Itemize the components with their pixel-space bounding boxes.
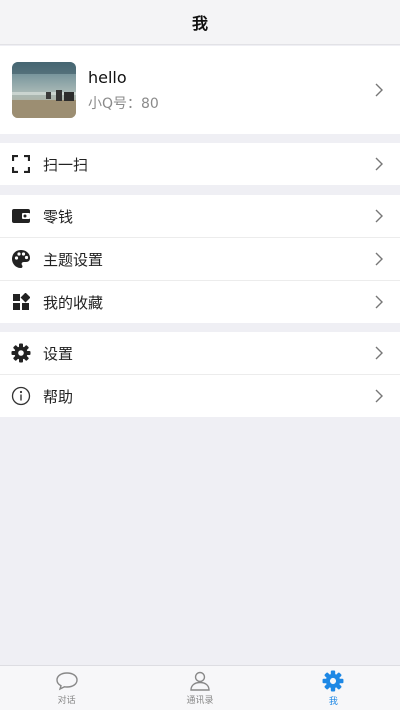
chevron-right-icon (375, 83, 383, 97)
menu-label: 主题设置 (43, 250, 104, 269)
tab-label: 对话 (57, 695, 76, 706)
menu-label: 我的收藏 (43, 293, 104, 312)
gear-icon (322, 670, 344, 691)
menu-label: 扫一扫 (43, 155, 89, 174)
palette-icon (11, 249, 31, 269)
chevron-right-icon (375, 346, 383, 360)
tab-me[interactable]: 我 (267, 666, 400, 710)
chevron-right-icon (375, 209, 383, 223)
scan-icon (11, 154, 31, 174)
menu-label: 帮助 (43, 387, 74, 406)
chevron-right-icon (375, 252, 383, 266)
tab-bar: 对话 通讯录 我 (0, 665, 400, 710)
info-icon (11, 386, 31, 406)
tab-label: 我 (328, 696, 338, 707)
menu-item-help[interactable]: 帮助 (0, 375, 400, 417)
chevron-right-icon (375, 389, 383, 403)
profile-card[interactable]: hello 小Q号：80 (0, 46, 400, 134)
menu-label: 零钱 (43, 207, 74, 226)
tab-label: 通讯录 (186, 695, 214, 706)
menu-item-favorites[interactable]: 我的收藏 (0, 281, 400, 323)
menu-group-settings: 设置 帮助 (0, 332, 400, 417)
page-title: 我 (191, 14, 208, 33)
profile-name: hello (88, 67, 127, 87)
menu-label: 设置 (43, 344, 74, 363)
tab-contacts[interactable]: 通讯录 (133, 666, 266, 710)
gear-icon (11, 343, 31, 363)
menu-item-settings[interactable]: 设置 (0, 332, 400, 375)
chevron-right-icon (375, 157, 383, 171)
nav-bar: 我 (0, 0, 400, 45)
chat-bubble-icon (55, 671, 78, 690)
wallet-icon (11, 206, 31, 226)
menu-item-wallet[interactable]: 零钱 (0, 195, 400, 238)
menu-item-theme[interactable]: 主题设置 (0, 238, 400, 281)
menu-item-scan[interactable]: 扫一扫 (0, 143, 400, 185)
menu-group-wallet: 零钱 主题设置 我的收藏 (0, 195, 400, 323)
contact-icon (190, 671, 210, 691)
avatar (12, 62, 76, 118)
favorites-icon (11, 292, 31, 312)
tab-chat[interactable]: 对话 (0, 666, 133, 710)
menu-group-scan: 扫一扫 (0, 143, 400, 185)
profile-id: 小Q号：80 (88, 95, 159, 112)
chevron-right-icon (375, 295, 383, 309)
